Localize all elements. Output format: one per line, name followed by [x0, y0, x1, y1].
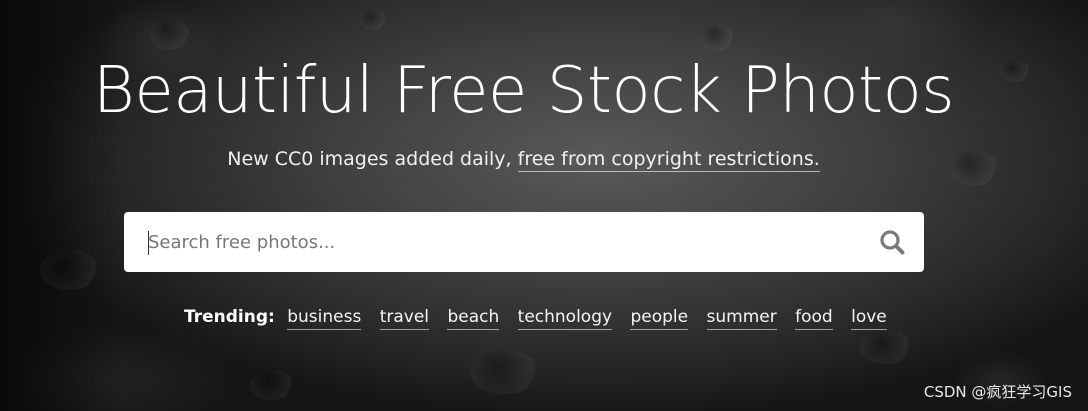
license-link[interactable]: free from copyright restrictions. — [517, 148, 820, 172]
search-button[interactable] — [860, 213, 924, 271]
trending-label: Trending: — [184, 307, 275, 327]
trending-tag-technology[interactable]: technology — [517, 307, 613, 330]
moon-crater — [860, 330, 912, 364]
trending-tag-food[interactable]: food — [795, 307, 833, 330]
watermark: CSDN @疯狂学习GIS — [923, 383, 1072, 401]
trending-bar: Trending: business travel beach technolo… — [184, 304, 887, 330]
moon-crater — [40, 250, 100, 290]
page-title: Beautiful Free Stock Photos — [92, 54, 955, 128]
search-icon — [880, 230, 905, 255]
trending-tag-beach[interactable]: beach — [447, 307, 500, 330]
trending-tag-summer[interactable]: summer — [706, 307, 777, 330]
trending-tag-business[interactable]: business — [287, 307, 362, 330]
search-input[interactable] — [124, 213, 860, 271]
subtitle-text: New CC0 images added daily, — [227, 148, 518, 170]
trending-tag-travel[interactable]: travel — [379, 307, 430, 330]
hero-section: Beautiful Free Stock Photos New CC0 imag… — [0, 0, 1088, 411]
moon-crater — [360, 10, 386, 30]
moon-crater — [250, 370, 294, 400]
trending-tag-love[interactable]: love — [851, 307, 887, 330]
text-caret — [148, 231, 149, 255]
moon-crater — [470, 350, 540, 394]
search-bar — [124, 212, 924, 272]
trending-tag-people[interactable]: people — [630, 307, 689, 330]
page-subtitle: New CC0 images added daily, free from co… — [0, 145, 1047, 173]
